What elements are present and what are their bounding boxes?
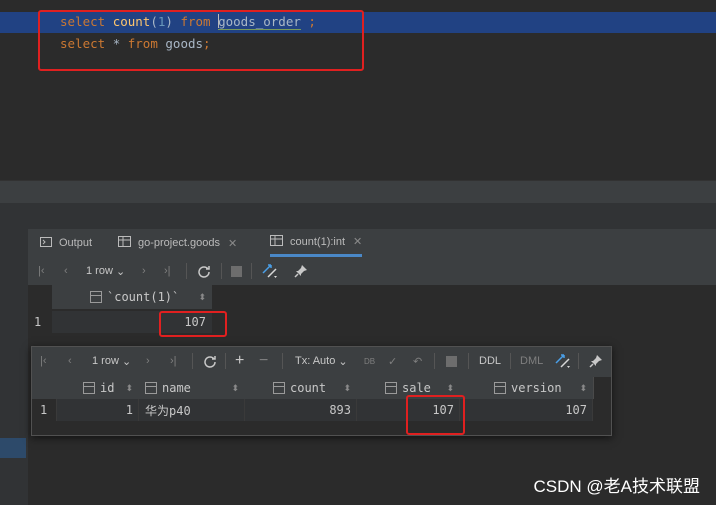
tab-label: Output — [59, 237, 93, 249]
tab-output[interactable]: Output — [40, 229, 92, 257]
commit-icon[interactable]: ✓ — [388, 347, 397, 375]
stop-icon[interactable] — [231, 257, 242, 285]
refresh-icon[interactable] — [203, 347, 217, 375]
sort-icon: ⬍ — [446, 382, 454, 393]
tab-label: count(1):int — [290, 235, 346, 248]
toolbar-separator — [186, 263, 187, 279]
sort-icon[interactable]: ⬍ — [198, 292, 206, 303]
cell-id[interactable]: 1 — [57, 399, 139, 421]
column-header-version[interactable]: version ⬍ — [460, 377, 594, 399]
first-page-icon[interactable]: |‹ — [40, 347, 47, 375]
toolbar-separator — [251, 263, 252, 279]
left-gutter — [0, 229, 29, 505]
toolbar-separator — [578, 353, 579, 369]
gutter-selection — [0, 438, 26, 458]
pin-icon[interactable] — [294, 257, 308, 285]
previous-page-icon[interactable]: ‹ — [68, 347, 72, 375]
next-page-icon[interactable]: › — [146, 347, 150, 375]
column-icon — [494, 382, 506, 394]
next-page-icon[interactable]: › — [142, 257, 146, 285]
panel-divider[interactable] — [0, 180, 716, 204]
tab-label: go-project.goods — [138, 237, 220, 249]
column-icon — [273, 382, 285, 394]
sql-editor[interactable]: select count(1) from goods_order ; selec… — [0, 0, 716, 180]
highlight-box-query — [38, 10, 364, 71]
key-column-icon — [83, 382, 95, 394]
cell-count[interactable]: 893 — [245, 399, 357, 421]
row-number-header — [32, 377, 58, 399]
column-icon — [90, 291, 102, 303]
goods-result-grid: id ⬍ name ⬍ count ⬍ sale ⬍ version ⬍ 1 1 华为p4… — [32, 377, 611, 435]
last-page-icon[interactable]: ›| — [170, 347, 177, 375]
column-header-id[interactable]: id ⬍ — [57, 377, 140, 399]
column-header-label: `count(1)` — [107, 290, 180, 304]
toolbar-separator — [434, 353, 435, 369]
cell-name[interactable]: 华为p40 — [139, 399, 245, 421]
goods-result-popup: |‹ ‹ 1 row ⌄ › ›| + − Tx: Auto ⌄ DB ✓ ↶ … — [31, 346, 612, 436]
results-tabbar: Output go-project.goods ✕ count(1):int ✕ — [28, 229, 716, 258]
tx-mode-dropdown[interactable]: Tx: Auto ⌄ — [295, 347, 348, 375]
add-row-icon[interactable]: + — [235, 347, 244, 375]
pin-icon[interactable] — [589, 347, 603, 375]
tab-count-int[interactable]: count(1):int ✕ — [270, 229, 363, 257]
table-icon — [270, 234, 283, 249]
compare-icon[interactable] — [554, 347, 572, 375]
sort-icon: ⬍ — [343, 382, 351, 393]
highlight-box-sale — [406, 395, 465, 435]
column-icon — [385, 382, 397, 394]
db-icon[interactable]: DB — [364, 347, 375, 375]
results-toolbar: |‹ ‹ 1 row ⌄ › ›| — [28, 257, 716, 285]
row-number: 1 — [32, 399, 57, 421]
toolbar-separator — [282, 353, 283, 369]
rows-dropdown[interactable]: 1 row ⌄ — [86, 257, 125, 285]
column-icon — [145, 382, 157, 394]
toolbar-separator — [221, 263, 222, 279]
column-header-count[interactable]: count ⬍ — [245, 377, 358, 399]
panel-header — [0, 203, 716, 229]
close-icon[interactable]: ✕ — [228, 237, 237, 250]
watermark: CSDN @老A技术联盟 — [533, 477, 701, 496]
refresh-icon[interactable] — [197, 257, 211, 285]
toolbar-separator — [510, 353, 511, 369]
tab-go-project-goods[interactable]: go-project.goods ✕ — [118, 229, 237, 257]
row-number: 1 — [34, 315, 42, 329]
ddl-button[interactable]: DDL — [479, 347, 501, 375]
highlight-box-count — [159, 311, 227, 337]
first-page-icon[interactable]: |‹ — [38, 257, 45, 285]
rollback-icon[interactable]: ↶ — [413, 347, 422, 375]
toolbar-separator — [225, 353, 226, 369]
delete-row-icon[interactable]: − — [259, 347, 268, 375]
dml-button[interactable]: DML — [520, 347, 543, 375]
last-page-icon[interactable]: ›| — [164, 257, 171, 285]
toolbar-separator — [468, 353, 469, 369]
table-icon — [118, 236, 131, 250]
column-header-name[interactable]: name ⬍ — [139, 377, 246, 399]
compare-icon[interactable] — [261, 257, 279, 285]
close-icon[interactable]: ✕ — [353, 235, 362, 248]
toolbar-separator — [192, 353, 193, 369]
previous-page-icon[interactable]: ‹ — [64, 257, 68, 285]
sort-icon: ⬍ — [231, 382, 239, 393]
console-icon — [40, 236, 52, 250]
rows-dropdown[interactable]: 1 row ⌄ — [92, 347, 131, 375]
cell-version[interactable]: 107 — [460, 399, 593, 421]
sort-icon: ⬍ — [125, 382, 133, 393]
sort-icon: ⬍ — [579, 382, 587, 393]
column-header-count[interactable]: `count(1)` ⬍ — [52, 285, 212, 309]
stop-icon[interactable] — [446, 347, 457, 375]
